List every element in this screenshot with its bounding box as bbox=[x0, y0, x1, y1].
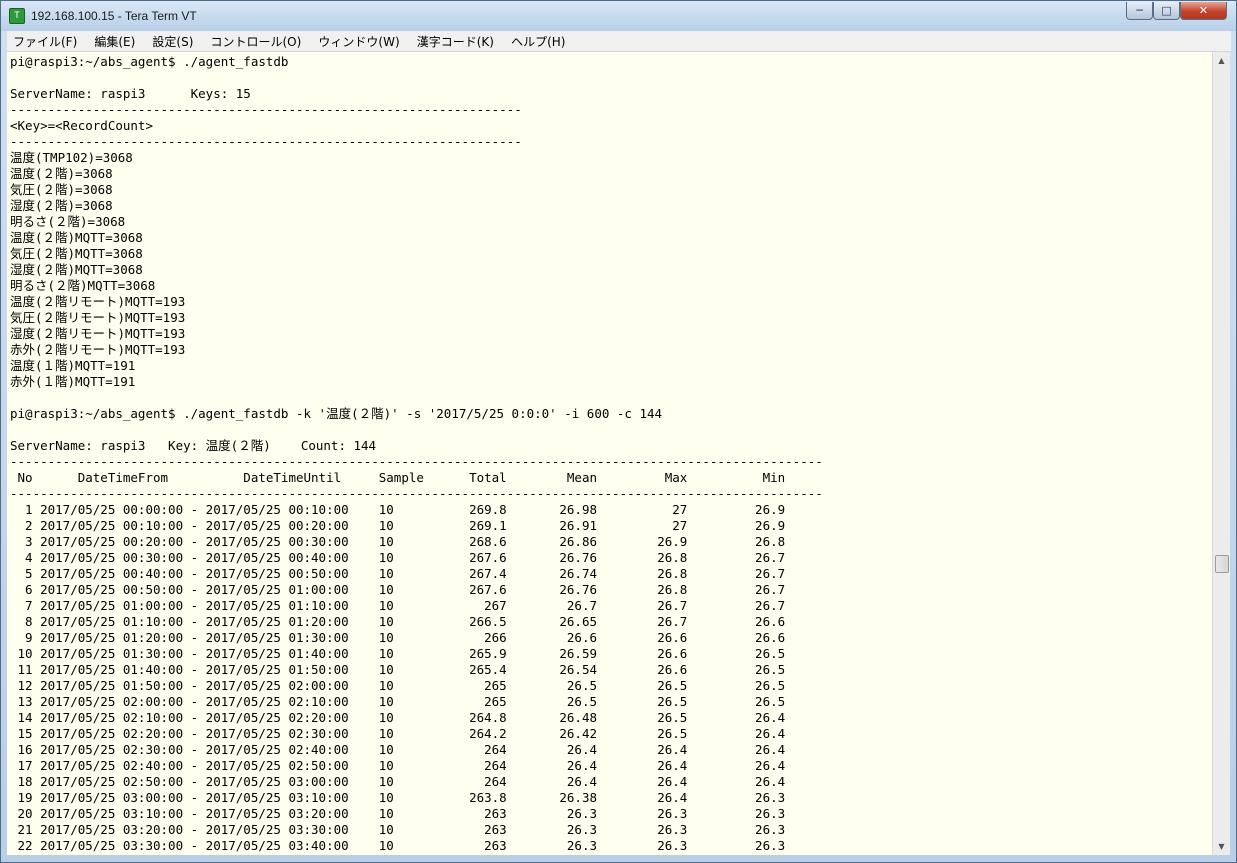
terminal-line: <Key>=<RecordCount> bbox=[10, 118, 153, 133]
terminal-line: 5 2017/05/25 00:40:00 - 2017/05/25 00:50… bbox=[10, 566, 786, 581]
scroll-up-icon[interactable]: ▲ bbox=[1213, 52, 1230, 69]
terminal-line: pi@raspi3:~/abs_agent$ ./agent_fastdb bbox=[10, 54, 289, 69]
terminal-line: pi@raspi3:~/abs_agent$ ./agent_fastdb -k… bbox=[10, 406, 663, 421]
terminal-line: 12 2017/05/25 01:50:00 - 2017/05/25 02:0… bbox=[10, 678, 786, 693]
terminal-line: 3 2017/05/25 00:20:00 - 2017/05/25 00:30… bbox=[10, 534, 786, 549]
terminal-output[interactable]: pi@raspi3:~/abs_agent$ ./agent_fastdb Ser… bbox=[7, 52, 1212, 855]
minimize-button[interactable]: ─ bbox=[1126, 2, 1153, 20]
menu-kanji-code[interactable]: 漢字コード(K) bbox=[411, 32, 500, 52]
terminal-line: 9 2017/05/25 01:20:00 - 2017/05/25 01:30… bbox=[10, 630, 786, 645]
terminal-line: 気圧(２階)=3068 bbox=[10, 182, 113, 197]
terminal-line: 温度(１階)MQTT=191 bbox=[10, 358, 136, 373]
window-title: 192.168.100.15 - Tera Term VT bbox=[31, 9, 197, 23]
close-button[interactable]: ✕ bbox=[1180, 2, 1227, 20]
menu-file[interactable]: ファイル(F) bbox=[7, 32, 83, 52]
terminal-line: ----------------------------------------… bbox=[10, 486, 823, 501]
terminal-line: No DateTimeFrom DateTimeUntil Sample Tot… bbox=[10, 470, 786, 485]
terminal-line: 気圧(２階リモート)MQTT=193 bbox=[10, 310, 186, 325]
terminal-line: 14 2017/05/25 02:10:00 - 2017/05/25 02:2… bbox=[10, 710, 786, 725]
terminal-line: 17 2017/05/25 02:40:00 - 2017/05/25 02:5… bbox=[10, 758, 786, 773]
terminal-line: 21 2017/05/25 03:20:00 - 2017/05/25 03:3… bbox=[10, 822, 786, 837]
terminal-line: 赤外(２階リモート)MQTT=193 bbox=[10, 342, 186, 357]
terminal-lines: pi@raspi3:~/abs_agent$ ./agent_fastdb Ser… bbox=[10, 54, 823, 854]
menu-control[interactable]: コントロール(O) bbox=[205, 32, 308, 52]
terminal-line: ServerName: raspi3 Keys: 15 bbox=[10, 86, 251, 101]
terminal-line: 湿度(２階)MQTT=3068 bbox=[10, 262, 143, 277]
menu-setup[interactable]: 設定(S) bbox=[146, 32, 199, 52]
terminal-line: 20 2017/05/25 03:10:00 - 2017/05/25 03:2… bbox=[10, 806, 786, 821]
terminal-line: 16 2017/05/25 02:30:00 - 2017/05/25 02:4… bbox=[10, 742, 786, 757]
scroll-thumb[interactable] bbox=[1215, 555, 1229, 573]
terminal-line: ----------------------------------------… bbox=[10, 102, 522, 117]
menu-edit[interactable]: 編集(E) bbox=[88, 32, 141, 52]
terminal-line: 11 2017/05/25 01:40:00 - 2017/05/25 01:5… bbox=[10, 662, 786, 677]
terminal-line: 湿度(２階)=3068 bbox=[10, 198, 113, 213]
terminal-line: 温度(２階)MQTT=3068 bbox=[10, 230, 143, 245]
terminal-line: 22 2017/05/25 03:30:00 - 2017/05/25 03:4… bbox=[10, 838, 786, 853]
terminal-line: 7 2017/05/25 01:00:00 - 2017/05/25 01:10… bbox=[10, 598, 786, 613]
terminal-line: 湿度(２階リモート)MQTT=193 bbox=[10, 326, 186, 341]
menu-help[interactable]: ヘルプ(H) bbox=[505, 32, 571, 52]
menu-window[interactable]: ウィンドウ(W) bbox=[312, 32, 405, 52]
terminal-line: ----------------------------------------… bbox=[10, 134, 522, 149]
terminal-line: 温度(TMP102)=3068 bbox=[10, 150, 133, 165]
terminal-line: 19 2017/05/25 03:00:00 - 2017/05/25 03:1… bbox=[10, 790, 786, 805]
terminal-line: 8 2017/05/25 01:10:00 - 2017/05/25 01:20… bbox=[10, 614, 786, 629]
tera-term-icon[interactable]: T bbox=[9, 8, 25, 24]
terminal-line: 気圧(２階)MQTT=3068 bbox=[10, 246, 143, 261]
maximize-button[interactable]: □ bbox=[1153, 2, 1180, 20]
terminal-line: 4 2017/05/25 00:30:00 - 2017/05/25 00:40… bbox=[10, 550, 786, 565]
terminal-line: 18 2017/05/25 02:50:00 - 2017/05/25 03:0… bbox=[10, 774, 786, 789]
terminal-line: 明るさ(２階)=3068 bbox=[10, 214, 126, 229]
terminal-line: 温度(２階リモート)MQTT=193 bbox=[10, 294, 186, 309]
scroll-down-icon[interactable]: ▼ bbox=[1213, 838, 1230, 855]
terminal-line: ----------------------------------------… bbox=[10, 454, 823, 469]
terminal-line: 6 2017/05/25 00:50:00 - 2017/05/25 01:00… bbox=[10, 582, 786, 597]
terminal-line: 明るさ(２階)MQTT=3068 bbox=[10, 278, 156, 293]
title-bar[interactable]: T 192.168.100.15 - Tera Term VT ─ □ ✕ bbox=[1, 1, 1236, 31]
terminal-line: 1 2017/05/25 00:00:00 - 2017/05/25 00:10… bbox=[10, 502, 786, 517]
terminal-line: 温度(２階)=3068 bbox=[10, 166, 113, 181]
terminal-line: 10 2017/05/25 01:30:00 - 2017/05/25 01:4… bbox=[10, 646, 786, 661]
terminal-line: 15 2017/05/25 02:20:00 - 2017/05/25 02:3… bbox=[10, 726, 786, 741]
vertical-scrollbar[interactable]: ▲ ▼ bbox=[1212, 52, 1230, 855]
terminal-line: 赤外(１階)MQTT=191 bbox=[10, 374, 136, 389]
terminal-line: 2 2017/05/25 00:10:00 - 2017/05/25 00:20… bbox=[10, 518, 786, 533]
terminal-line: ServerName: raspi3 Key: 温度(２階) Count: 14… bbox=[10, 438, 377, 453]
terminal-line: 13 2017/05/25 02:00:00 - 2017/05/25 02:1… bbox=[10, 694, 786, 709]
terminal-window: T 192.168.100.15 - Tera Term VT ─ □ ✕ ファ… bbox=[0, 0, 1237, 863]
menu-bar: ファイル(F) 編集(E) 設定(S) コントロール(O) ウィンドウ(W) 漢… bbox=[7, 31, 1231, 52]
